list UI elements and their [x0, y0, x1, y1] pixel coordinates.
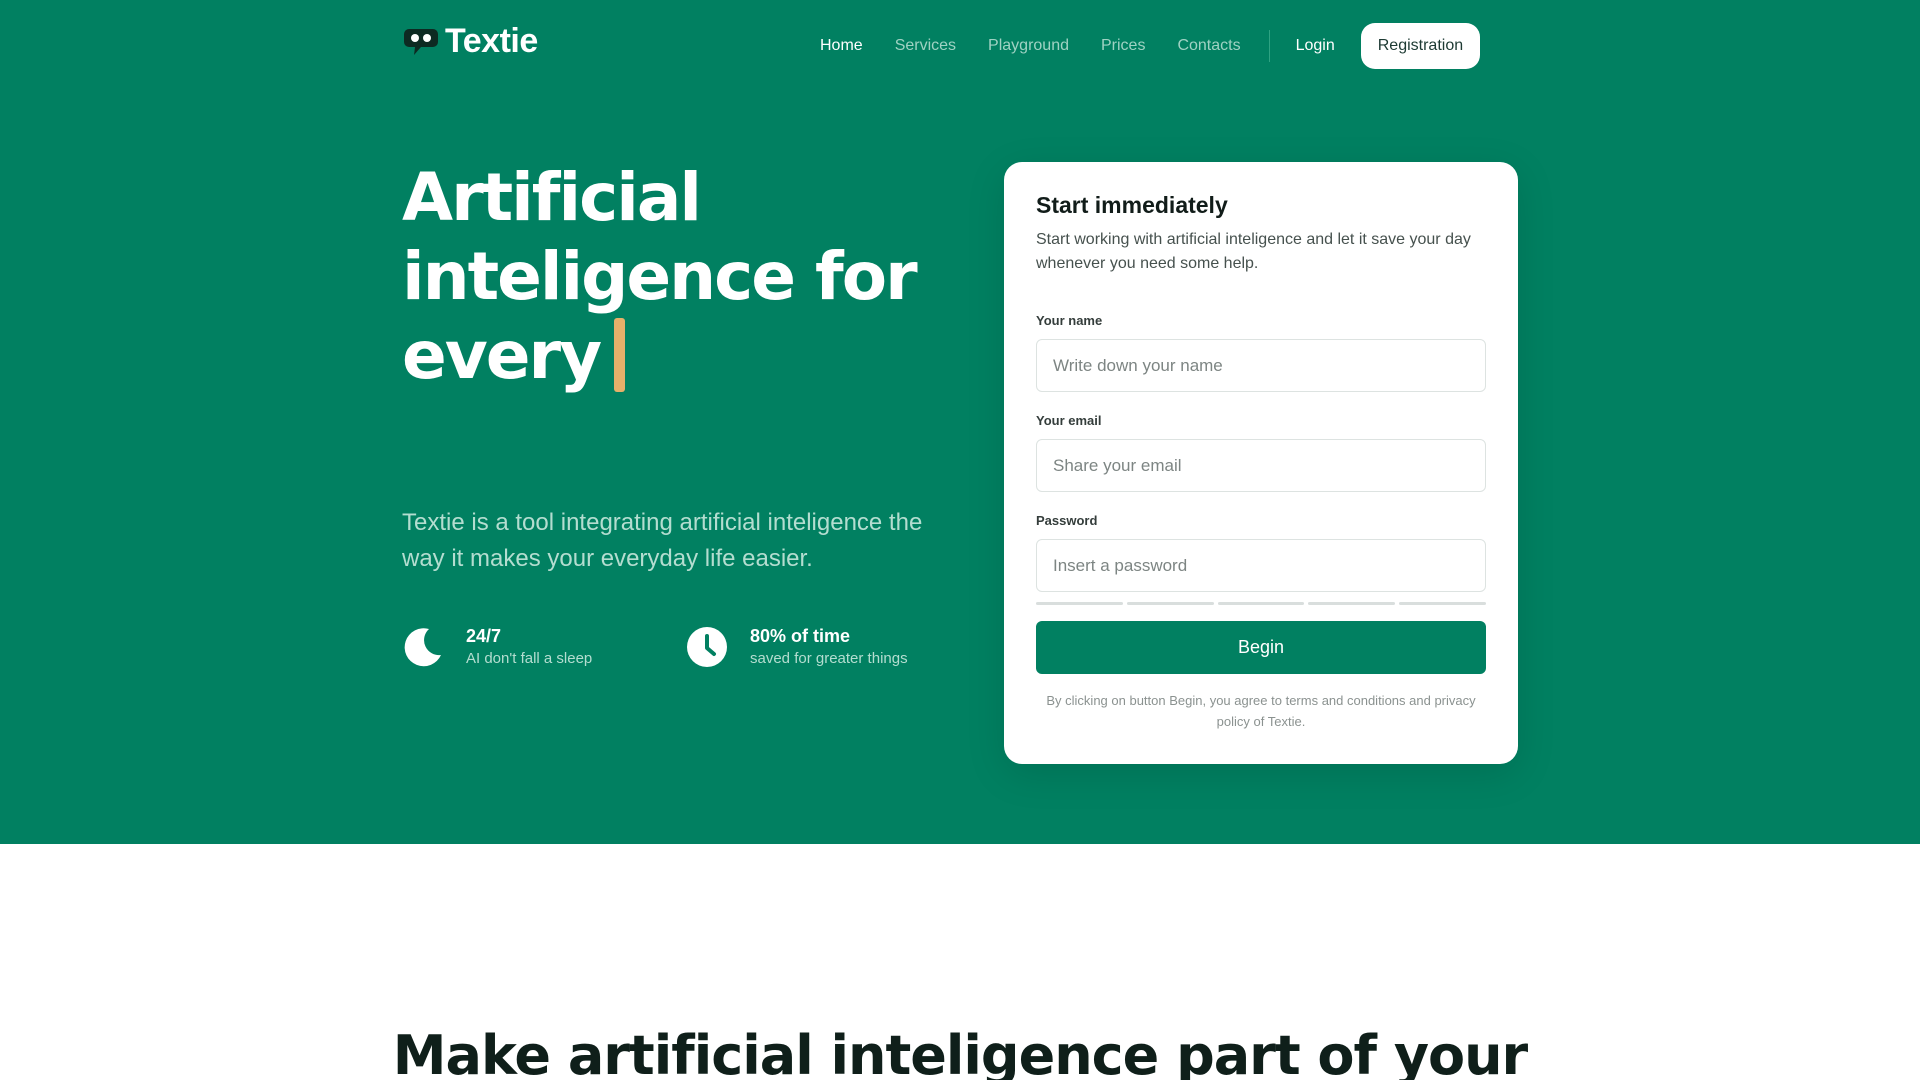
password-field[interactable] [1036, 539, 1486, 592]
feature-subtitle: saved for greater things [750, 650, 908, 667]
brand-name: Textie [445, 22, 538, 60]
main-nav: Home Services Playground Prices Contacts… [820, 23, 1481, 69]
strength-segment [1126, 602, 1214, 605]
feature-title: 24/7 [466, 626, 502, 646]
nav-services[interactable]: Services [895, 37, 956, 55]
nav-prices[interactable]: Prices [1101, 37, 1145, 55]
card-title: Start immediately [1036, 192, 1228, 218]
feature-subtitle: AI don't fall a sleep [466, 650, 593, 667]
feature-availability: 24/7 AI don't fall a sleep [402, 624, 592, 670]
nav-divider [1268, 30, 1270, 62]
strength-segment [1399, 602, 1486, 605]
chat-bubble-icon [404, 28, 438, 55]
nav-playground[interactable]: Playground [988, 37, 1069, 55]
email-field[interactable] [1036, 439, 1486, 492]
strength-segment [1308, 602, 1396, 605]
feature-time-saved: 80% of time saved for greater things [686, 624, 908, 670]
strength-segment [1036, 602, 1123, 605]
email-label: Your email [1036, 413, 1102, 428]
strength-segment [1217, 602, 1305, 605]
clock-icon [687, 627, 727, 667]
login-link[interactable]: Login [1296, 37, 1335, 55]
hero-headline-text: Artificial inteligence for every [402, 159, 918, 394]
nav-contacts[interactable]: Contacts [1177, 37, 1240, 55]
signup-card: Start immediately Start working with art… [1004, 162, 1518, 764]
name-label: Your name [1036, 313, 1103, 328]
begin-button[interactable]: Begin [1036, 621, 1486, 674]
feature-title: 80% of time [750, 626, 851, 646]
section-heading: Make artificial inteligence part of your [392, 1024, 1528, 1080]
hero-subtitle: Textie is a tool integrating artificial … [402, 509, 923, 572]
typing-caret [614, 318, 626, 392]
password-label: Password [1036, 513, 1098, 528]
hero-headline: Artificial inteligence for every [402, 158, 962, 395]
name-field[interactable] [1036, 339, 1486, 392]
password-strength-meter [1036, 602, 1486, 605]
logo[interactable]: Textie [403, 22, 538, 61]
registration-button[interactable]: Registration [1360, 23, 1481, 69]
moon-icon [404, 628, 441, 667]
card-description: Start working with artificial inteligenc… [1036, 231, 1471, 272]
hero-section: Textie Home Services Playground Prices C… [0, 0, 1920, 844]
terms-text: By clicking on button Begin, you agree t… [1046, 693, 1476, 729]
nav-home[interactable]: Home [820, 37, 863, 55]
